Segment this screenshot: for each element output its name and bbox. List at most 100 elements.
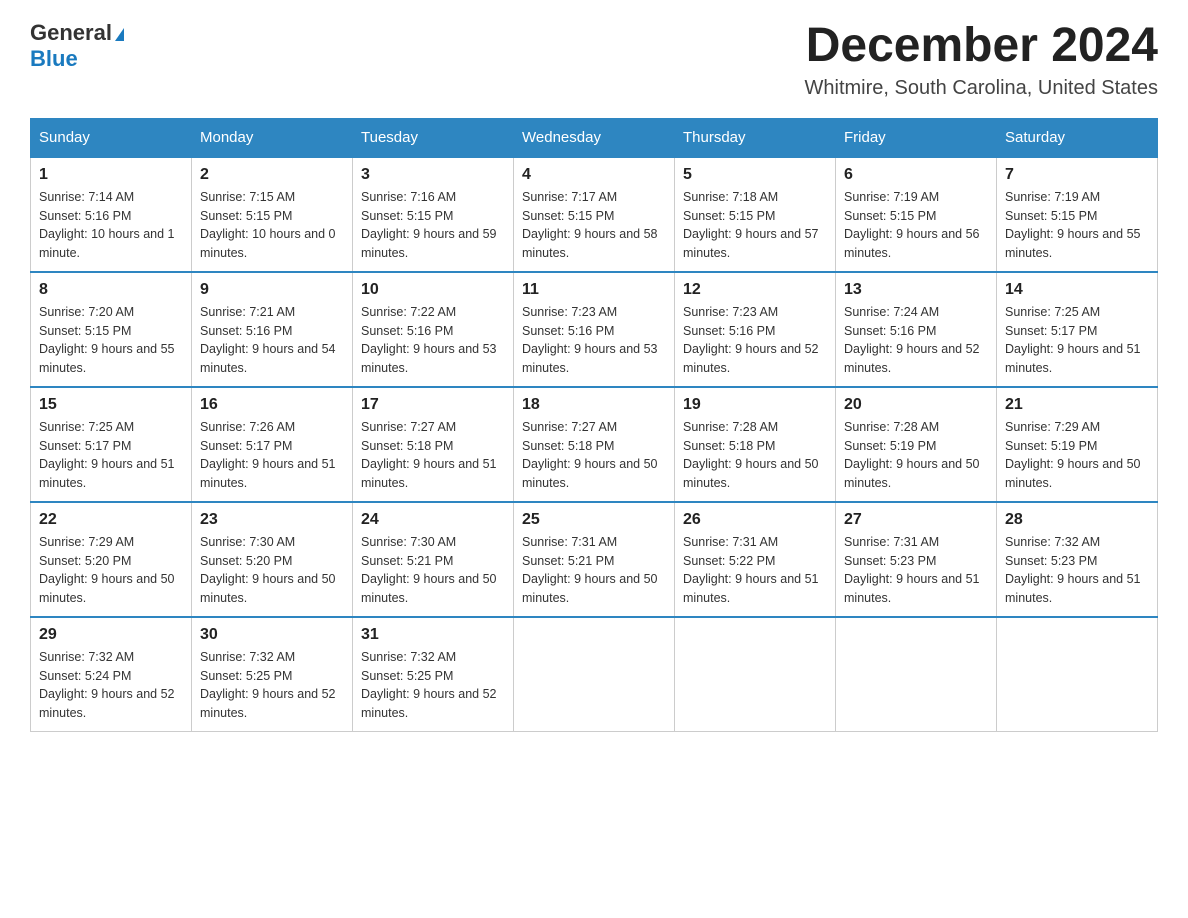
day-number: 11 <box>522 281 666 299</box>
day-info: Sunrise: 7:30 AMSunset: 5:21 PMDaylight:… <box>361 533 505 608</box>
day-info: Sunrise: 7:23 AMSunset: 5:16 PMDaylight:… <box>683 303 827 378</box>
day-number: 24 <box>361 511 505 529</box>
calendar-cell: 27Sunrise: 7:31 AMSunset: 5:23 PMDayligh… <box>836 502 997 617</box>
day-info: Sunrise: 7:29 AMSunset: 5:20 PMDaylight:… <box>39 533 183 608</box>
day-info: Sunrise: 7:32 AMSunset: 5:25 PMDaylight:… <box>361 648 505 723</box>
logo-triangle-icon <box>115 28 124 41</box>
calendar-cell: 12 Sunrise: 7:23 AMSunset: 5:16 PMDayligh… <box>675 272 836 387</box>
day-info: Sunrise: 7:30 AMSunset: 5:20 PMDaylight:… <box>200 533 344 608</box>
calendar-week-4: 22 Sunrise: 7:29 AMSunset: 5:20 PMDayligh… <box>31 502 1158 617</box>
calendar-cell: 25 Sunrise: 7:31 AMSunset: 5:21 PMDayligh… <box>514 502 675 617</box>
calendar-cell <box>675 617 836 732</box>
day-number: 23 <box>200 511 344 529</box>
day-info: Sunrise: 7:27 AMSunset: 5:18 PMDaylight:… <box>522 418 666 493</box>
calendar-week-3: 15 Sunrise: 7:25 AMSunset: 5:17 PMDayligh… <box>31 387 1158 502</box>
day-number: 14 <box>1005 281 1149 299</box>
day-info: Sunrise: 7:27 AMSunset: 5:18 PMDaylight:… <box>361 418 505 493</box>
day-info: Sunrise: 7:22 AMSunset: 5:16 PMDaylight:… <box>361 303 505 378</box>
day-number: 20 <box>844 396 988 414</box>
page-header: General Blue December 2024 Whitmire, Sou… <box>30 20 1158 100</box>
location-title: Whitmire, South Carolina, United States <box>805 77 1159 100</box>
header-tuesday: Tuesday <box>353 118 514 157</box>
calendar-table: Sunday Monday Tuesday Wednesday Thursday… <box>30 118 1158 732</box>
header-sunday: Sunday <box>31 118 192 157</box>
calendar-cell: 21 Sunrise: 7:29 AMSunset: 5:19 PMDayligh… <box>997 387 1158 502</box>
day-number: 6 <box>844 166 988 184</box>
calendar-week-1: 1Sunrise: 7:14 AMSunset: 5:16 PMDaylight… <box>31 157 1158 272</box>
day-number: 2 <box>200 166 344 184</box>
calendar-cell: 13Sunrise: 7:24 AMSunset: 5:16 PMDayligh… <box>836 272 997 387</box>
day-number: 5 <box>683 166 827 184</box>
day-number: 15 <box>39 396 183 414</box>
calendar-cell: 11 Sunrise: 7:23 AMSunset: 5:16 PMDayligh… <box>514 272 675 387</box>
calendar-cell: 7 Sunrise: 7:19 AMSunset: 5:15 PMDaylight… <box>997 157 1158 272</box>
calendar-cell: 28 Sunrise: 7:32 AMSunset: 5:23 PMDayligh… <box>997 502 1158 617</box>
calendar-cell: 20 Sunrise: 7:28 AMSunset: 5:19 PMDayligh… <box>836 387 997 502</box>
calendar-cell <box>836 617 997 732</box>
calendar-cell: 2Sunrise: 7:15 AMSunset: 5:15 PMDaylight… <box>192 157 353 272</box>
day-number: 9 <box>200 281 344 299</box>
day-number: 30 <box>200 626 344 644</box>
calendar-cell: 31 Sunrise: 7:32 AMSunset: 5:25 PMDayligh… <box>353 617 514 732</box>
calendar-header: Sunday Monday Tuesday Wednesday Thursday… <box>31 118 1158 157</box>
header-thursday: Thursday <box>675 118 836 157</box>
calendar-cell: 1Sunrise: 7:14 AMSunset: 5:16 PMDaylight… <box>31 157 192 272</box>
calendar-cell: 4 Sunrise: 7:17 AMSunset: 5:15 PMDaylight… <box>514 157 675 272</box>
day-number: 29 <box>39 626 183 644</box>
title-area: December 2024 Whitmire, South Carolina, … <box>805 20 1159 100</box>
day-info: Sunrise: 7:25 AMSunset: 5:17 PMDaylight:… <box>39 418 183 493</box>
calendar-cell: 18 Sunrise: 7:27 AMSunset: 5:18 PMDayligh… <box>514 387 675 502</box>
day-number: 22 <box>39 511 183 529</box>
header-row: Sunday Monday Tuesday Wednesday Thursday… <box>31 118 1158 157</box>
header-monday: Monday <box>192 118 353 157</box>
calendar-cell: 17Sunrise: 7:27 AMSunset: 5:18 PMDayligh… <box>353 387 514 502</box>
calendar-cell: 23 Sunrise: 7:30 AMSunset: 5:20 PMDayligh… <box>192 502 353 617</box>
day-info: Sunrise: 7:31 AMSunset: 5:21 PMDaylight:… <box>522 533 666 608</box>
day-number: 8 <box>39 281 183 299</box>
day-number: 7 <box>1005 166 1149 184</box>
calendar-cell: 22 Sunrise: 7:29 AMSunset: 5:20 PMDayligh… <box>31 502 192 617</box>
calendar-cell: 9 Sunrise: 7:21 AMSunset: 5:16 PMDaylight… <box>192 272 353 387</box>
day-info: Sunrise: 7:25 AMSunset: 5:17 PMDaylight:… <box>1005 303 1149 378</box>
day-info: Sunrise: 7:31 AMSunset: 5:22 PMDaylight:… <box>683 533 827 608</box>
day-info: Sunrise: 7:16 AMSunset: 5:15 PMDaylight:… <box>361 188 505 263</box>
calendar-cell: 3 Sunrise: 7:16 AMSunset: 5:15 PMDaylight… <box>353 157 514 272</box>
calendar-cell: 5 Sunrise: 7:18 AMSunset: 5:15 PMDaylight… <box>675 157 836 272</box>
day-number: 12 <box>683 281 827 299</box>
day-info: Sunrise: 7:24 AMSunset: 5:16 PMDaylight:… <box>844 303 988 378</box>
day-info: Sunrise: 7:19 AMSunset: 5:15 PMDaylight:… <box>1005 188 1149 263</box>
day-info: Sunrise: 7:19 AMSunset: 5:15 PMDaylight:… <box>844 188 988 263</box>
day-info: Sunrise: 7:21 AMSunset: 5:16 PMDaylight:… <box>200 303 344 378</box>
header-saturday: Saturday <box>997 118 1158 157</box>
day-number: 27 <box>844 511 988 529</box>
day-info: Sunrise: 7:20 AMSunset: 5:15 PMDaylight:… <box>39 303 183 378</box>
day-number: 21 <box>1005 396 1149 414</box>
header-friday: Friday <box>836 118 997 157</box>
logo-general: General <box>30 20 124 46</box>
day-number: 4 <box>522 166 666 184</box>
day-number: 3 <box>361 166 505 184</box>
calendar-cell <box>514 617 675 732</box>
day-info: Sunrise: 7:17 AMSunset: 5:15 PMDaylight:… <box>522 188 666 263</box>
day-number: 31 <box>361 626 505 644</box>
month-title: December 2024 <box>805 20 1159 73</box>
logo: General Blue <box>30 20 124 72</box>
day-info: Sunrise: 7:29 AMSunset: 5:19 PMDaylight:… <box>1005 418 1149 493</box>
day-info: Sunrise: 7:28 AMSunset: 5:19 PMDaylight:… <box>844 418 988 493</box>
logo-blue: Blue <box>30 46 78 72</box>
day-number: 18 <box>522 396 666 414</box>
day-info: Sunrise: 7:23 AMSunset: 5:16 PMDaylight:… <box>522 303 666 378</box>
calendar-cell: 24 Sunrise: 7:30 AMSunset: 5:21 PMDayligh… <box>353 502 514 617</box>
calendar-body: 1Sunrise: 7:14 AMSunset: 5:16 PMDaylight… <box>31 157 1158 732</box>
day-info: Sunrise: 7:32 AMSunset: 5:23 PMDaylight:… <box>1005 533 1149 608</box>
day-number: 26 <box>683 511 827 529</box>
day-info: Sunrise: 7:28 AMSunset: 5:18 PMDaylight:… <box>683 418 827 493</box>
day-number: 28 <box>1005 511 1149 529</box>
calendar-cell: 16Sunrise: 7:26 AMSunset: 5:17 PMDayligh… <box>192 387 353 502</box>
day-info: Sunrise: 7:18 AMSunset: 5:15 PMDaylight:… <box>683 188 827 263</box>
calendar-cell: 6 Sunrise: 7:19 AMSunset: 5:15 PMDaylight… <box>836 157 997 272</box>
day-info: Sunrise: 7:32 AMSunset: 5:25 PMDaylight:… <box>200 648 344 723</box>
calendar-cell: 8 Sunrise: 7:20 AMSunset: 5:15 PMDaylight… <box>31 272 192 387</box>
day-number: 25 <box>522 511 666 529</box>
calendar-week-2: 8 Sunrise: 7:20 AMSunset: 5:15 PMDaylight… <box>31 272 1158 387</box>
